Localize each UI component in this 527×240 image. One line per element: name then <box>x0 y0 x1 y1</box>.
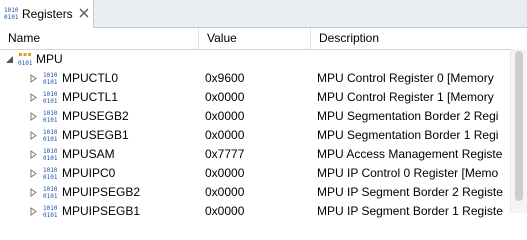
register-binary-icon: 10100101 <box>43 148 57 161</box>
svg-text:0101: 0101 <box>43 155 57 161</box>
svg-text:1010: 1010 <box>43 129 57 136</box>
svg-text:0101: 0101 <box>4 14 18 20</box>
svg-text:1010: 1010 <box>43 72 57 79</box>
register-binary-icon: 10100101 <box>43 205 57 218</box>
register-value[interactable]: 0x0000 <box>205 202 305 221</box>
column-header-description[interactable]: Description <box>310 28 510 49</box>
table-row[interactable]: 1010 0101 MPUCTL1 0x0000 MPU Control Regi… <box>0 88 510 107</box>
register-description: MPU IP Segment Border 1 Registe <box>317 204 503 218</box>
table-row[interactable]: 1010 0101 MPUSEGB2 0x0000 MPU Segmentatio… <box>0 107 510 126</box>
svg-text:1010: 1010 <box>43 167 57 174</box>
register-binary-icon: 10100101 <box>43 186 57 199</box>
register-name: MPUCTL1 <box>62 90 119 104</box>
svg-text:1010: 1010 <box>43 91 57 98</box>
register-tree: 0101 MPU 1010 0101 MPUCTL0 0x9600 MPU Con… <box>0 50 510 221</box>
table-row[interactable]: 1010 0101 MPUSAM 0x7777 MPU Access Manage… <box>0 145 510 164</box>
column-header: Name Value Description <box>0 28 527 50</box>
collapsed-twisty-icon[interactable] <box>30 188 38 197</box>
svg-text:0101: 0101 <box>43 117 57 123</box>
svg-text:0101: 0101 <box>18 60 32 66</box>
register-description: MPU Control Register 1 [Memory <box>317 90 494 104</box>
collapsed-twisty-icon[interactable] <box>30 112 38 121</box>
register-binary-icon: 1010 0101 <box>4 7 18 20</box>
register-value[interactable]: 0x0000 <box>205 88 305 107</box>
svg-text:1010: 1010 <box>43 110 57 117</box>
register-value[interactable]: 0x0000 <box>205 126 305 145</box>
table-row[interactable]: 1010 0101 MPUIPC0 0x0000 MPU IP Control 0… <box>0 164 510 183</box>
register-binary-icon: 10100101 <box>43 72 57 85</box>
collapsed-twisty-icon[interactable] <box>30 150 38 159</box>
svg-text:1010: 1010 <box>43 205 57 212</box>
collapsed-twisty-icon[interactable] <box>30 169 38 178</box>
register-name: MPUCTL0 <box>62 71 119 85</box>
register-description: MPU IP Segment Border 2 Registe <box>317 185 503 199</box>
svg-text:0101: 0101 <box>43 193 57 199</box>
register-description: MPU Access Management Registe <box>317 147 503 161</box>
register-binary-icon: 10100101 <box>43 110 57 123</box>
tree-row-group[interactable]: 0101 MPU <box>0 50 510 69</box>
table-row[interactable]: 1010 0101 MPUIPSEGB1 0x0000 MPU IP Segmen… <box>0 202 510 221</box>
register-name: MPUIPSEGB2 <box>62 185 141 199</box>
collapsed-twisty-icon[interactable] <box>30 74 38 83</box>
svg-text:0101: 0101 <box>43 79 57 85</box>
expanded-twisty-icon[interactable] <box>6 55 14 64</box>
register-value[interactable]: 0x0000 <box>205 164 305 183</box>
collapsed-twisty-icon[interactable] <box>30 93 38 102</box>
register-name: MPUSEGB2 <box>62 109 129 123</box>
svg-text:0101: 0101 <box>43 136 57 142</box>
column-header-value[interactable]: Value <box>198 28 310 49</box>
register-description: MPU Control Register 0 [Memory <box>317 71 494 85</box>
collapsed-twisty-icon[interactable] <box>30 131 38 140</box>
view-tab-bar: 1010 0101 Registers <box>0 0 527 28</box>
register-name: MPUSAM <box>62 147 115 161</box>
svg-text:1010: 1010 <box>43 186 57 193</box>
collapsed-twisty-icon[interactable] <box>30 207 38 216</box>
tab-registers[interactable]: 1010 0101 Registers <box>0 0 94 28</box>
register-description: MPU Segmentation Border 2 Regi <box>317 109 499 123</box>
register-name: MPUSEGB1 <box>62 128 129 142</box>
group-label: MPU <box>36 52 63 66</box>
table-row[interactable]: 1010 0101 MPUCTL0 0x9600 MPU Control Regi… <box>0 69 510 88</box>
scrollbar-thumb[interactable] <box>515 51 523 201</box>
column-header-name[interactable]: Name <box>0 28 198 49</box>
register-binary-icon: 10100101 <box>43 91 57 104</box>
register-value[interactable]: 0x0000 <box>205 107 305 126</box>
register-name: MPUIPC0 <box>62 166 116 180</box>
register-value[interactable]: 0x9600 <box>205 69 305 88</box>
register-binary-icon: 10100101 <box>43 167 57 180</box>
register-binary-icon: 10100101 <box>43 129 57 142</box>
svg-text:0101: 0101 <box>43 174 57 180</box>
register-value[interactable]: 0x0000 <box>205 183 305 202</box>
close-icon[interactable] <box>79 8 89 18</box>
svg-text:0101: 0101 <box>43 212 57 218</box>
svg-text:0101: 0101 <box>43 98 57 104</box>
table-row[interactable]: 1010 0101 MPUIPSEGB2 0x0000 MPU IP Segmen… <box>0 183 510 202</box>
svg-text:1010: 1010 <box>4 7 18 14</box>
svg-text:1010: 1010 <box>43 148 57 155</box>
vertical-scrollbar[interactable] <box>510 49 527 213</box>
register-description: MPU Segmentation Border 1 Regi <box>317 128 499 142</box>
register-group-icon: 0101 <box>18 53 32 66</box>
register-name: MPUIPSEGB1 <box>62 204 141 218</box>
register-value[interactable]: 0x7777 <box>205 145 305 164</box>
register-description: MPU IP Control 0 Register [Memo <box>317 166 499 180</box>
tab-title: Registers <box>22 7 73 21</box>
table-row[interactable]: 1010 0101 MPUSEGB1 0x0000 MPU Segmentatio… <box>0 126 510 145</box>
